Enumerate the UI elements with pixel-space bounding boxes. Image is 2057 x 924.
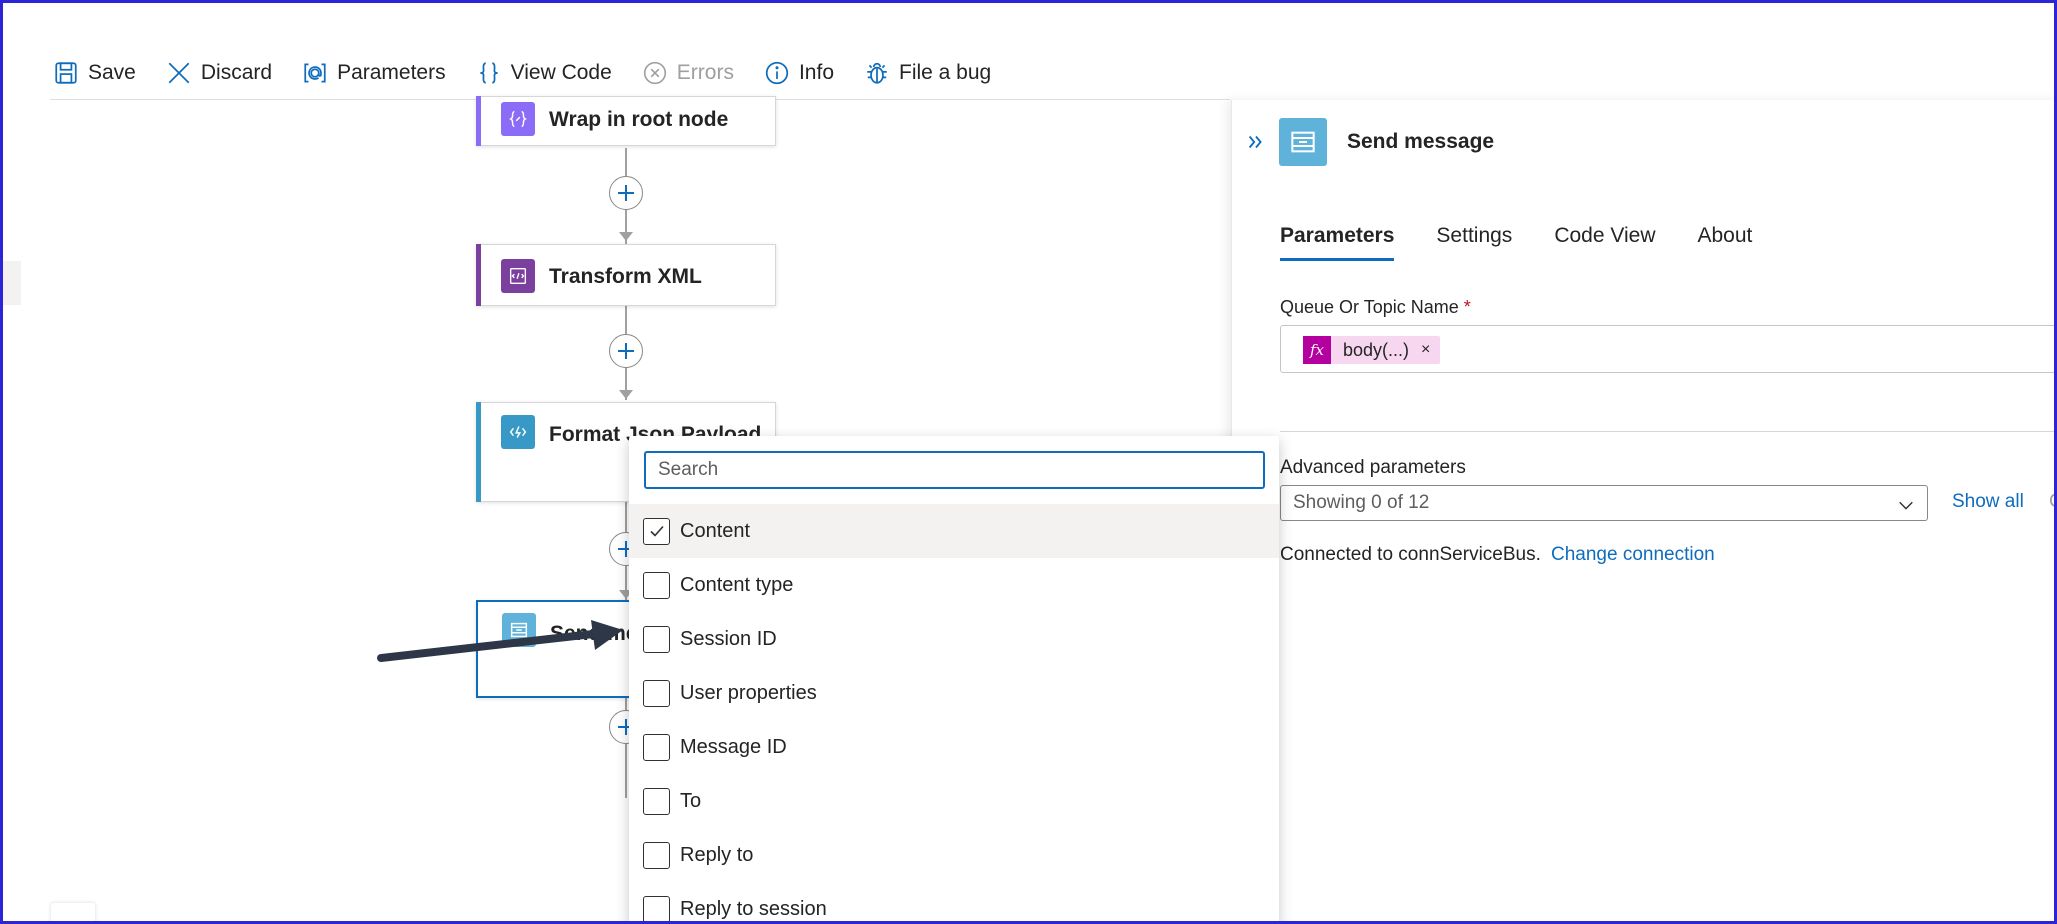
braces-icon	[479, 62, 498, 84]
option-label: Content type	[680, 573, 794, 596]
checkmark-icon	[649, 525, 664, 537]
file-bug-label: File a bug	[899, 61, 992, 84]
action-details-panel: Send message Parameters Settings Code Vi…	[1231, 100, 2054, 921]
option-label: User properties	[680, 681, 817, 704]
checkbox[interactable]	[643, 733, 670, 761]
checkbox[interactable]	[643, 787, 670, 815]
close-icon	[168, 62, 190, 84]
queue-topic-label-text: Queue Or Topic Name	[1280, 297, 1459, 317]
search-input[interactable]: Search	[644, 451, 1265, 489]
queue-topic-label: Queue Or Topic Name *	[1280, 297, 1471, 318]
action-card-wrap-root[interactable]: Wrap in root node	[476, 96, 776, 146]
save-icon	[55, 62, 77, 84]
error-circle-icon	[643, 61, 666, 85]
info-icon	[765, 61, 789, 85]
option-label: Reply to	[680, 843, 754, 866]
tab-about[interactable]: About	[1698, 224, 1753, 261]
discard-label: Discard	[200, 61, 273, 84]
option-label: Session ID	[680, 627, 777, 650]
option-reply-to[interactable]: Reply to	[629, 828, 1279, 882]
option-label: Message ID	[680, 735, 787, 758]
option-content-type[interactable]: Content type	[629, 558, 1279, 612]
connector-arrow	[619, 390, 633, 399]
save-button[interactable]: Save	[53, 60, 136, 86]
discard-button[interactable]: Discard	[166, 60, 272, 86]
panel-title: Send message	[1347, 130, 1495, 153]
view-code-label: View Code	[510, 61, 612, 84]
errors-button[interactable]: Errors	[642, 60, 734, 86]
option-user-properties[interactable]: User properties	[629, 666, 1279, 720]
app-frame: Save Discard Parameters View Code Errors…	[0, 0, 2057, 924]
option-session-id[interactable]: Session ID	[629, 612, 1279, 666]
option-label: To	[680, 789, 702, 812]
function-icon: fx	[1303, 336, 1331, 364]
errors-label: Errors	[676, 61, 734, 84]
card-accent	[476, 96, 481, 146]
collapse-panel-button[interactable]	[1244, 130, 1268, 154]
tab-settings[interactable]: Settings	[1436, 224, 1512, 261]
tab-parameters[interactable]: Parameters	[1280, 224, 1395, 261]
parameters-label: Parameters	[337, 61, 446, 84]
checkbox[interactable]	[643, 517, 670, 545]
plus-icon	[618, 185, 634, 201]
compose-icon	[501, 102, 535, 136]
annotation-arrow	[377, 620, 623, 662]
file-bug-button[interactable]: File a bug	[864, 60, 991, 86]
advanced-parameters-select[interactable]: Showing 0 of 12	[1280, 485, 1928, 521]
clear-all-link[interactable]: C	[2049, 491, 2054, 513]
section-divider	[1280, 431, 2054, 432]
card-accent	[476, 244, 481, 306]
designer-toolbar: Save Discard Parameters View Code Errors…	[53, 53, 991, 93]
expression-token[interactable]: fx body(...) ×	[1303, 336, 1441, 364]
option-label: Reply to session	[680, 897, 827, 920]
checkbox[interactable]	[643, 679, 670, 707]
connector-arrow	[619, 232, 633, 241]
checkbox[interactable]	[643, 625, 670, 653]
option-message-id[interactable]: Message ID	[629, 720, 1279, 774]
remove-token-button[interactable]: ×	[1421, 341, 1430, 359]
checkbox[interactable]	[643, 571, 670, 599]
info-button[interactable]: Info	[764, 60, 834, 86]
zoom-control[interactable]	[51, 903, 95, 921]
option-content[interactable]: Content	[629, 504, 1279, 558]
option-reply-to-session[interactable]: Reply to session	[629, 882, 1279, 921]
save-label: Save	[88, 61, 136, 84]
action-card-transform-xml[interactable]: Transform XML	[476, 244, 776, 306]
queue-topic-input[interactable]: fx body(...) ×	[1280, 325, 2054, 373]
tab-code-view[interactable]: Code View	[1554, 224, 1655, 261]
connection-status: Connected to connServiceBus.	[1280, 544, 1541, 565]
plus-icon	[618, 343, 634, 359]
checkbox[interactable]	[643, 895, 670, 921]
advanced-parameters-label: Advanced parameters	[1280, 457, 1466, 478]
panel-tabs: Parameters Settings Code View About	[1280, 224, 1752, 261]
required-marker: *	[1463, 297, 1471, 317]
change-connection-link[interactable]: Change connection	[1551, 544, 1715, 566]
service-bus-icon	[1279, 118, 1327, 166]
parameters-icon	[304, 63, 326, 83]
checkbox[interactable]	[643, 841, 670, 869]
card-title: Wrap in root node	[549, 108, 729, 131]
add-step-button[interactable]	[609, 334, 643, 368]
function-icon	[501, 415, 535, 449]
add-step-button[interactable]	[609, 176, 643, 210]
advanced-parameters-value: Showing 0 of 12	[1293, 492, 1430, 513]
view-code-button[interactable]: View Code	[476, 60, 612, 86]
card-accent	[476, 402, 481, 502]
card-title: Transform XML	[549, 265, 702, 288]
chevron-down-icon	[1899, 501, 1913, 510]
xml-transform-icon	[501, 259, 535, 293]
token-text: body(...)	[1343, 339, 1410, 360]
double-chevron-right-icon	[1248, 135, 1262, 149]
option-to[interactable]: To	[629, 774, 1279, 828]
parameter-picker-dropdown: Search Content Content type Session ID U…	[629, 436, 1279, 921]
parameters-button[interactable]: Parameters	[302, 60, 446, 86]
bug-icon	[867, 63, 887, 84]
info-label: Info	[798, 61, 834, 84]
option-label: Content	[680, 519, 751, 542]
show-all-link[interactable]: Show all	[1952, 491, 2024, 513]
